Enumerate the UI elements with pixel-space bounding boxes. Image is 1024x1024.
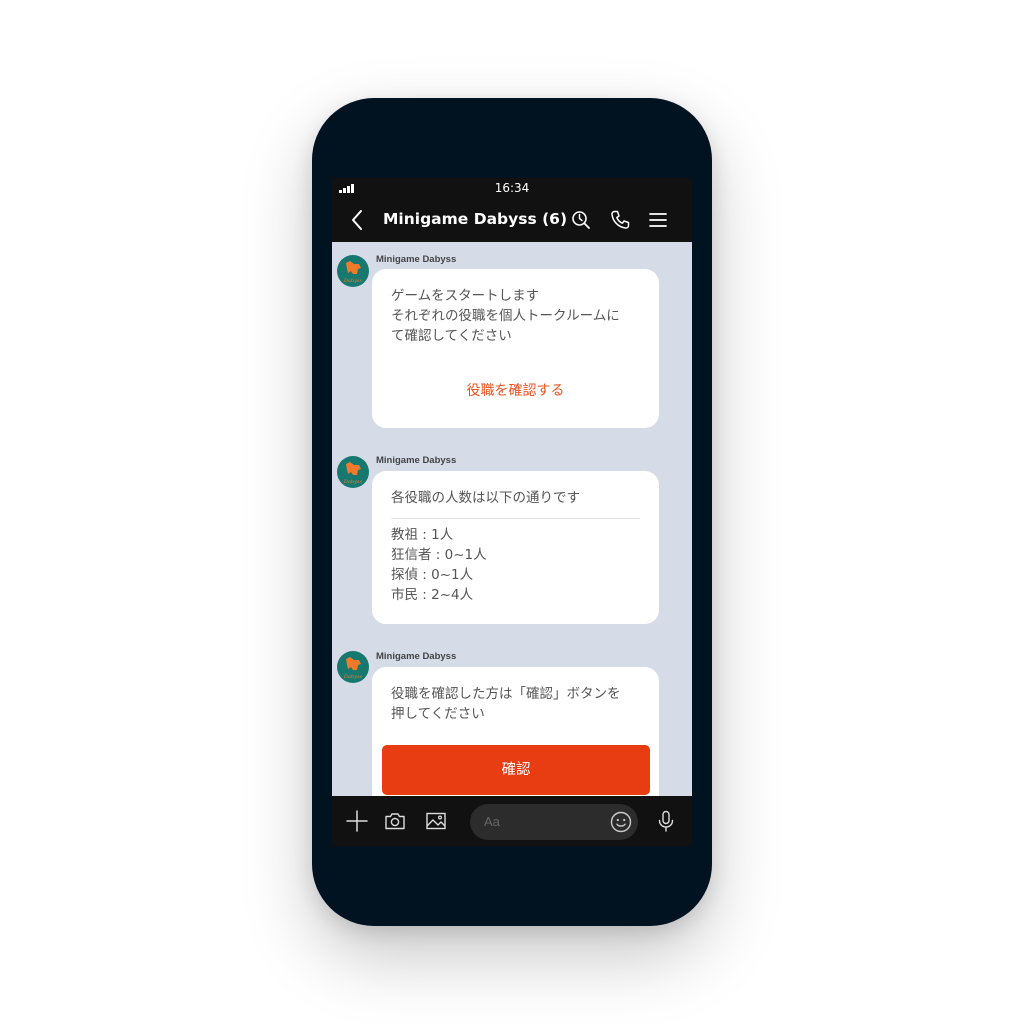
confirm-button[interactable]: 確認 [382,745,650,795]
phone-icon[interactable] [608,208,632,232]
chat-title: Minigame Dabyss (6) [383,210,568,228]
svg-text:Dabyss: Dabyss [343,674,363,680]
message-input[interactable]: Aa [470,804,638,840]
chat-header: Minigame Dabyss (6) [332,198,692,242]
menu-icon[interactable] [646,208,670,232]
role-count: 教祖 : 1人 [391,527,454,543]
role-count: 探偵 : 0~1人 [391,567,474,583]
role-count: 狂信者 : 0~1人 [391,547,487,563]
search-icon[interactable] [569,208,593,232]
microphone-icon[interactable] [654,809,678,833]
bubble-divider [391,518,640,519]
message-text: 役職を確認した方は「確認」ボタンを 押してください [391,686,621,722]
message-bubble: 各役職の人数は以下の通りです 教祖 : 1人 狂信者 : 0~1人 探偵 : 0… [372,471,659,624]
confirm-role-link[interactable]: 役職を確認する [372,380,659,400]
message-sender: Minigame Dabyss [376,254,457,265]
message-list[interactable]: Dabyss Minigame Dabyss ゲームをスタートします それぞれの… [332,242,692,796]
status-bar: 16:34 [332,178,692,198]
role-count: 市民 : 2~4人 [391,587,474,603]
horse-logo-icon[interactable]: Dabyss [337,255,369,287]
svg-text:Dabyss: Dabyss [343,479,363,485]
image-icon[interactable] [424,809,448,833]
chat-screen: 16:34 Minigame Dabyss (6) Dabyss Minigam… [332,178,692,846]
horse-logo-icon[interactable]: Dabyss [337,456,369,488]
message-text: 各役職の人数は以下の通りです [391,490,580,506]
horse-logo-icon[interactable]: Dabyss [337,651,369,683]
message-text: ゲームをスタートします それぞれの役職を個人トークルームに て確認してください [391,288,620,344]
message-sender: Minigame Dabyss [376,651,457,662]
camera-icon[interactable] [383,809,407,833]
status-time: 16:34 [494,181,530,195]
input-bar: Aa [332,796,692,846]
svg-text:Dabyss: Dabyss [343,278,363,284]
message-bubble: ゲームをスタートします それぞれの役職を個人トークルームに て確認してください … [372,269,659,428]
back-chevron-icon[interactable] [346,208,370,232]
message-sender: Minigame Dabyss [376,455,457,466]
emoji-icon[interactable] [609,810,633,834]
plus-icon[interactable] [345,809,369,833]
message-bubble: 役職を確認した方は「確認」ボタンを 押してください 確認 [372,667,659,796]
input-placeholder: Aa [484,814,500,829]
